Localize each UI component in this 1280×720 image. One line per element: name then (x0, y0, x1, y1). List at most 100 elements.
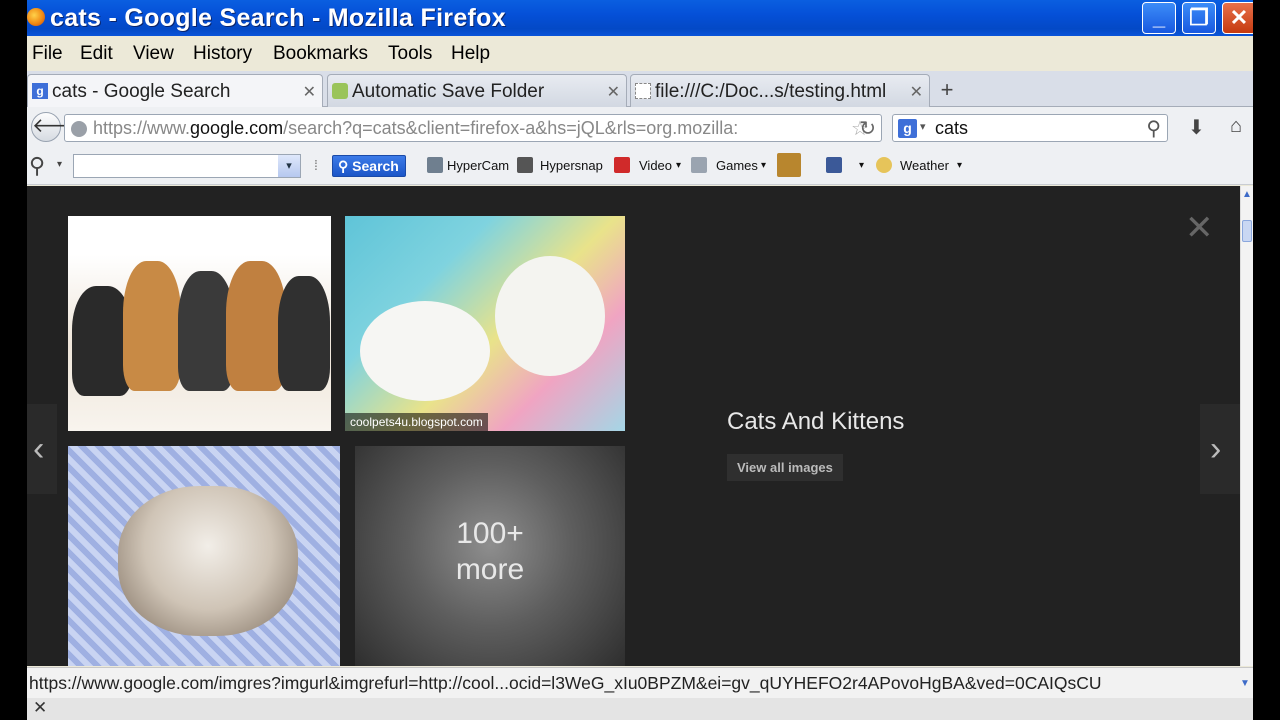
owl-icon[interactable] (777, 153, 801, 177)
facebook-icon[interactable] (826, 157, 842, 173)
chevron-down-icon[interactable]: ▾ (859, 160, 864, 171)
chevron-down-icon[interactable]: ▾ (761, 160, 766, 171)
scrollbar-thumb[interactable] (1242, 220, 1252, 242)
kitten-shape (118, 486, 298, 636)
toolbar-search-button[interactable]: ⚲ Search (332, 155, 406, 177)
chevron-down-icon[interactable]: ▾ (676, 160, 681, 171)
toolbar-weather[interactable]: Weather (900, 158, 949, 173)
scroll-down-icon[interactable]: ▼ (1240, 678, 1250, 689)
maximize-button[interactable]: ❐ (1182, 2, 1216, 34)
status-bar: https://www.google.com/imgres?imgurl&img… (27, 667, 1253, 698)
close-addon-bar-icon[interactable]: ✕ (33, 698, 47, 718)
tab-automatic-save-folder[interactable]: Automatic Save Folder ✕ (327, 74, 627, 107)
google-engine-icon[interactable]: g (898, 119, 917, 138)
menu-file[interactable]: File (32, 43, 63, 65)
firefox-window: cats - Google Search - Mozilla Firefox _… (27, 0, 1253, 720)
url-path: /search?q=cats&client=firefox-a&hs=jQL&r… (283, 118, 739, 138)
kitten-shape (226, 261, 286, 391)
menu-view[interactable]: View (133, 43, 174, 65)
page-content: ‹ coolpets4u.blogspot.com 100+ more ✕ Cat… (27, 186, 1240, 666)
menu-bar: File Edit View History Bookmarks Tools H… (27, 38, 1253, 70)
close-panel-icon[interactable]: ✕ (1185, 208, 1214, 248)
home-icon[interactable]: ⌂ (1230, 115, 1242, 138)
youtube-icon (614, 157, 630, 173)
menu-bookmarks[interactable]: Bookmarks (273, 43, 368, 65)
minimize-icon: _ (1152, 5, 1166, 30)
more-images-label: 100+ more (355, 516, 625, 588)
close-window-button[interactable]: ✕ (1222, 2, 1253, 34)
vertical-scrollbar[interactable]: ▲ (1240, 186, 1253, 666)
more-count: 100+ (456, 517, 524, 550)
previous-result-button[interactable]: ‹ (27, 404, 57, 494)
search-icon[interactable]: ⚲ (1146, 116, 1161, 141)
chevron-down-icon[interactable]: ▾ (957, 160, 962, 171)
restore-icon: ❐ (1189, 5, 1209, 30)
toolbar-search-input[interactable]: ▾ (73, 154, 301, 178)
toolbar-hypercam[interactable]: HyperCam (447, 158, 509, 173)
image-thumbnail-sleeping-kitten[interactable] (68, 446, 340, 666)
toolbar-hypersnap[interactable]: Hypersnap (540, 158, 603, 173)
kitten-shape (360, 301, 490, 401)
close-tab-icon[interactable]: ✕ (910, 82, 923, 102)
more-text: more (455, 553, 525, 586)
title-bar: cats - Google Search - Mozilla Firefox _… (27, 0, 1253, 36)
toolbar-video[interactable]: Video (639, 158, 672, 173)
image-thumbnail-kittens-row[interactable] (68, 216, 331, 431)
chevron-left-icon: ‹ (33, 430, 45, 468)
menu-history[interactable]: History (193, 43, 252, 65)
tab-google-search[interactable]: g cats - Google Search ✕ (27, 74, 323, 108)
search-bar[interactable]: g ▾ cats ⚲ (892, 114, 1168, 142)
more-images-tile[interactable]: 100+ more (355, 446, 625, 666)
kitten-shape (278, 276, 330, 391)
page-favicon-icon (635, 83, 651, 99)
url-text: https://www.google.com/search?q=cats&cli… (93, 118, 808, 139)
menu-help[interactable]: Help (451, 43, 490, 65)
image-thumbnail-white-kittens[interactable]: coolpets4u.blogspot.com (345, 216, 625, 431)
google-favicon-icon: g (32, 83, 48, 99)
hypersnap-icon (517, 157, 533, 173)
games-icon (691, 157, 707, 173)
url-prefix: https://www. (93, 118, 191, 138)
url-host: google.com (190, 118, 284, 138)
tab-label: cats - Google Search (52, 81, 231, 102)
minimize-button[interactable]: _ (1142, 2, 1176, 34)
site-identity-icon[interactable] (71, 121, 87, 137)
next-result-button[interactable]: › (1200, 404, 1240, 494)
toolbar-separator: ⁞ (314, 157, 318, 173)
menu-edit[interactable]: Edit (80, 43, 113, 65)
tab-label: Automatic Save Folder (352, 81, 545, 102)
search-button-label: Search (352, 158, 399, 174)
hypercam-icon (427, 157, 443, 173)
kitten-shape (495, 256, 605, 376)
scroll-up-icon[interactable]: ▲ (1242, 189, 1252, 200)
reload-icon[interactable]: ↻ (859, 116, 876, 141)
view-all-images-button[interactable]: View all images (727, 454, 843, 481)
toolbar-games[interactable]: Games (716, 158, 758, 173)
window-title: cats - Google Search - Mozilla Firefox (50, 4, 506, 32)
status-url: https://www.google.com/imgres?imgurl&img… (29, 673, 1102, 693)
tab-strip: g cats - Google Search ✕ Automatic Save … (27, 71, 1253, 108)
close-tab-icon[interactable]: ✕ (303, 82, 316, 102)
image-source-caption: coolpets4u.blogspot.com (345, 413, 488, 431)
tab-label: file:///C:/Doc...s/testing.html (655, 81, 887, 102)
url-bar[interactable]: https://www.google.com/search?q=cats&cli… (64, 114, 882, 142)
chevron-down-icon[interactable]: ▾ (57, 159, 62, 170)
chevron-down-icon[interactable]: ▾ (278, 155, 300, 177)
engine-dropdown-icon[interactable]: ▾ (920, 120, 926, 133)
new-tab-button[interactable]: + (932, 77, 962, 105)
navigation-bar: 🡐 https://www.google.com/search?q=cats&c… (27, 107, 1253, 147)
kitten-shape (123, 261, 181, 391)
weather-icon (876, 157, 892, 173)
back-button[interactable]: 🡐 (31, 112, 86, 142)
collection-heading: Cats And Kittens (727, 408, 905, 435)
addon-bar: ✕ (27, 698, 1253, 720)
menu-tools[interactable]: Tools (388, 43, 432, 65)
close-icon: ✕ (1229, 5, 1249, 30)
download-icon[interactable]: ⬇ (1188, 115, 1205, 140)
tab-testing-html[interactable]: file:///C:/Doc...s/testing.html ✕ (630, 74, 930, 107)
chevron-right-icon: › (1210, 430, 1222, 468)
search-icon[interactable]: ⚲ (29, 153, 45, 179)
custom-toolbar: ⚲ ▾ ▾ ⁞ ⚲ Search HyperCam Hypersnap Vide… (27, 147, 1253, 185)
close-tab-icon[interactable]: ✕ (607, 82, 620, 102)
firefox-icon (27, 8, 45, 26)
